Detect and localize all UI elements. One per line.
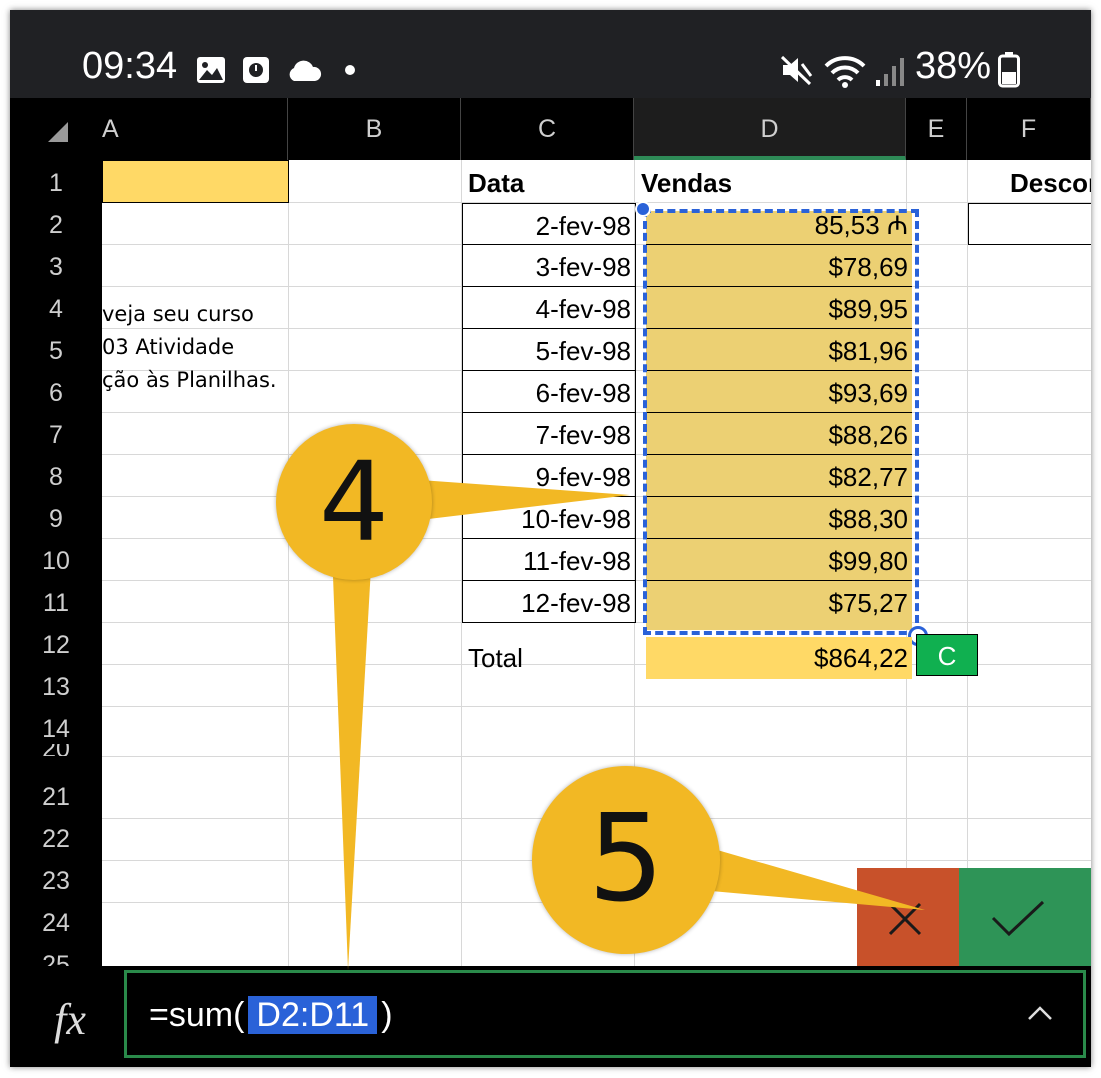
callout-step-5: 5 — [532, 766, 720, 954]
phone-screen: 09:34 38% A B C D E F 1 2 3 4 5 6 7 8 9 … — [10, 10, 1091, 1067]
callout-step-4: 4 — [276, 424, 432, 580]
